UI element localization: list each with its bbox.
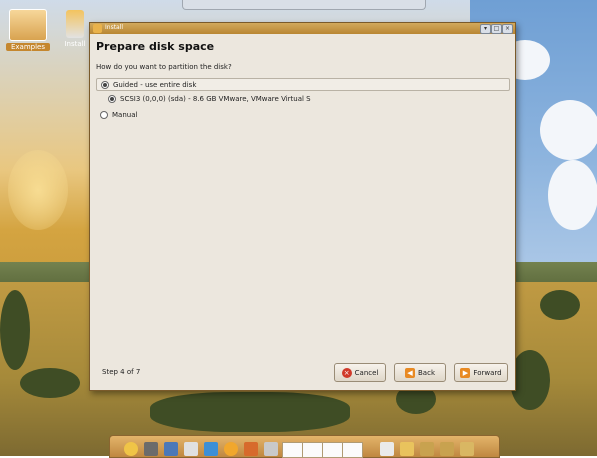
close-button[interactable]: × [502,24,513,34]
cloud [540,100,597,160]
window-icon[interactable] [204,442,218,456]
cancel-button[interactable]: × Cancel [334,363,386,382]
forward-button[interactable]: ▶ Forward [454,363,508,382]
partition-question: How do you want to partition the disk? [96,63,232,71]
tree [0,290,30,370]
desktop-icon-install[interactable]: Install [60,10,90,48]
cloud [548,160,597,230]
back-arrow-icon: ◀ [405,367,415,378]
tray-icon[interactable] [460,442,474,456]
window-title: Install [105,24,124,31]
back-button[interactable]: ◀ Back [394,363,446,382]
option-disk-sda[interactable]: SCSI3 (0,0,0) (sda) - 8.6 GB VMware, VMw… [108,95,311,103]
mail-icon[interactable] [244,442,258,456]
back-label: Back [418,368,435,377]
tree [540,290,580,320]
menu-icon[interactable] [124,442,138,456]
radio-guided[interactable] [101,80,109,89]
sun-graphic [8,150,68,230]
tree [150,392,350,432]
app-icon [93,24,102,33]
browser-icon[interactable] [224,442,238,456]
forward-label: Forward [473,368,502,377]
radio-manual[interactable] [100,111,108,119]
top-panel [182,0,426,10]
forward-arrow-icon: ▶ [460,367,471,378]
tree [510,350,550,410]
volume-icon[interactable] [400,442,414,456]
cancel-icon: × [341,367,352,378]
option-manual[interactable]: Manual [100,111,137,119]
step-indicator: Step 4 of 7 [102,368,141,376]
page-heading: Prepare disk space [96,40,215,53]
minimize-button[interactable]: ▾ [480,24,491,34]
installer-window: Install ▾ □ × Prepare disk space How do … [89,22,516,391]
trash-icon[interactable] [380,442,394,456]
temperature-icon [440,442,454,456]
title-bar[interactable]: Install ▾ □ × [90,23,515,34]
network-icon[interactable] [164,442,178,456]
tree [20,368,80,398]
option-guided[interactable]: Guided - use entire disk [96,78,510,91]
installer-icon [66,10,84,38]
icon-label: Install [64,40,86,48]
cancel-label: Cancel [354,368,379,377]
settings-icon[interactable] [264,442,278,456]
terminal-icon[interactable] [184,442,198,456]
option-label: Manual [112,111,138,119]
maximize-button[interactable]: □ [491,24,502,34]
bottom-panel [109,435,500,458]
file-manager-icon[interactable] [144,442,158,456]
option-label: SCSI3 (0,0,0) (sda) - 8.6 GB VMware, VMw… [120,95,311,103]
folder-icon [9,9,47,41]
radio-disk-sda[interactable] [108,95,116,103]
option-label: Guided - use entire disk [113,80,197,89]
icon-label: Examples [6,43,50,51]
desktop-icon-examples[interactable]: Examples [6,9,50,51]
clock-icon [420,442,434,456]
